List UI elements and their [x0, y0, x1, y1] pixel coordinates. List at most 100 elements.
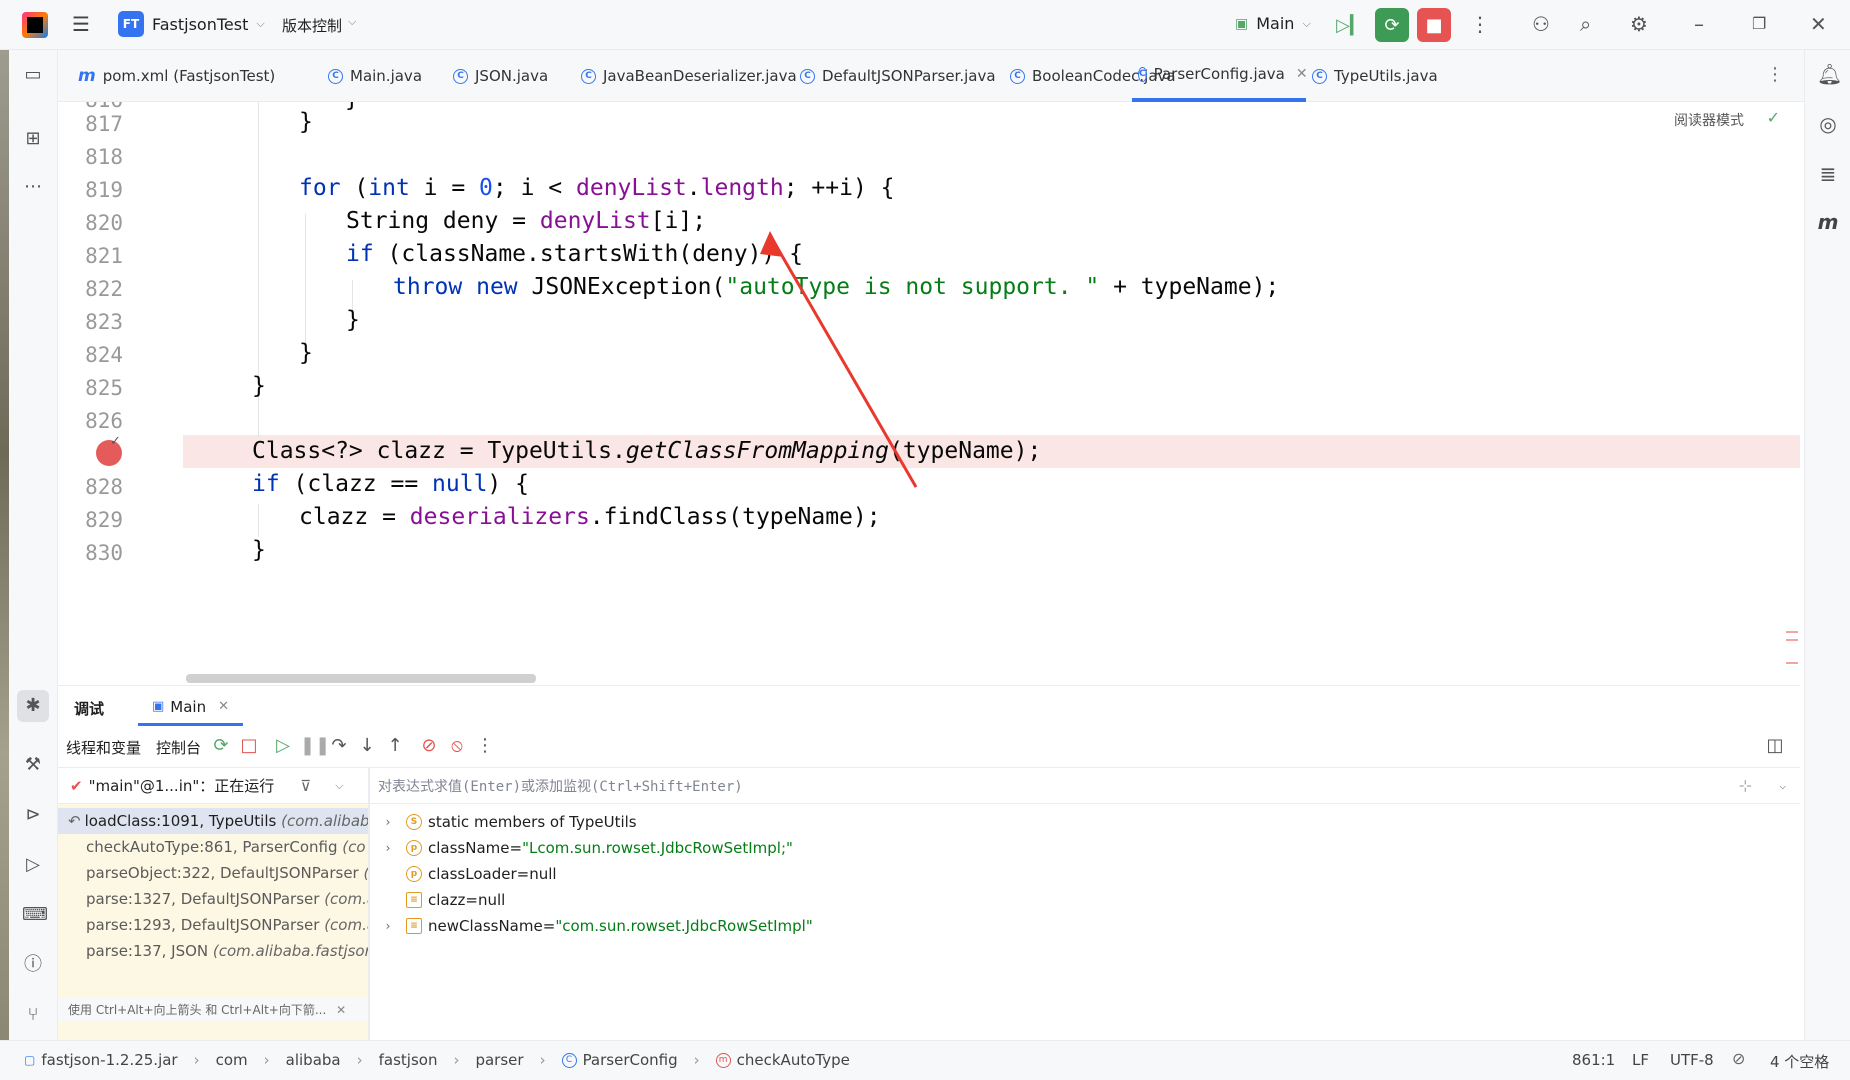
parameter-icon: p — [406, 866, 422, 882]
tab-console[interactable]: 控制台 — [156, 737, 201, 758]
minimize-icon[interactable]: – — [1694, 12, 1704, 36]
stack-frame[interactable]: parseObject:322, DefaultJSONParser ( — [58, 860, 368, 886]
expand-arrow-icon[interactable]: › — [370, 919, 406, 933]
run-icon[interactable]: ▷ — [22, 854, 44, 876]
layout-settings-icon[interactable]: ◫ — [1764, 735, 1786, 756]
evaluate-expression-input[interactable]: 对表达式求值(Enter)或添加监视(Ctrl+Shift+Enter) ⊹ ⌵ — [370, 768, 1800, 804]
terminal-icon[interactable]: ⌨ — [22, 904, 48, 926]
tab-parserconfig-java[interactable]: C ParserConfig.java ✕ — [1132, 50, 1308, 102]
step-over-icon[interactable]: ↷ — [328, 735, 350, 756]
class-icon: C — [328, 68, 343, 84]
stack-frame[interactable]: checkAutoType:861, ParserConfig (co — [58, 834, 368, 860]
close-window-icon[interactable]: ✕ — [1810, 12, 1827, 36]
code-editor[interactable]: 阅读器模式 ✓ 816 817 818 819 820 821 822 823 … — [58, 102, 1800, 685]
mute-breakpoints-icon[interactable]: ⦸ — [446, 735, 468, 756]
main-menu-icon[interactable]: ☰ — [72, 14, 94, 34]
pause-icon[interactable]: ❚❚ — [300, 735, 330, 756]
file-encoding[interactable]: UTF-8 — [1670, 1051, 1714, 1069]
add-watch-icon[interactable]: ⊹ — [1739, 776, 1752, 795]
stack-frame[interactable]: ↶ loadClass:1091, TypeUtils (com.alibab — [58, 808, 368, 834]
breadcrumb-item[interactable]: com — [216, 1051, 248, 1069]
breadcrumb-item[interactable]: parser — [475, 1051, 523, 1069]
variable-row[interactable]: › p className = "Lcom.sun.rowset.JdbcRow… — [370, 835, 793, 861]
expand-arrow-icon[interactable]: › — [370, 841, 406, 855]
structure-icon[interactable]: ⊞ — [22, 128, 44, 150]
restore-icon[interactable]: ❐ — [1752, 14, 1766, 33]
ai-assistant-icon[interactable]: ◎ — [1817, 112, 1839, 136]
class-icon: C — [800, 68, 815, 84]
chevron-down-icon[interactable]: ⌵ — [1779, 779, 1786, 792]
step-into-icon[interactable]: ↓ — [356, 735, 378, 756]
window-edge — [0, 50, 9, 1055]
filter-icon[interactable]: ⊽ — [300, 777, 311, 795]
class-icon: C — [1138, 66, 1147, 82]
app-logo-icon[interactable] — [22, 12, 48, 38]
tab-typeutils-java[interactable]: C TypeUtils.java — [1306, 50, 1444, 102]
breadcrumb-item[interactable]: fastjson — [379, 1051, 438, 1069]
rerun-debug-button[interactable]: ⟳ — [1375, 8, 1409, 42]
horizontal-scrollbar[interactable] — [186, 674, 536, 683]
expand-arrow-icon[interactable]: › — [370, 815, 406, 829]
tab-threads-variables[interactable]: 线程和变量 — [66, 737, 141, 758]
jar-icon: ▢ — [24, 1053, 36, 1067]
problems-icon[interactable]: ⓘ — [22, 954, 44, 976]
tabs-more-icon[interactable]: ⋮ — [1766, 64, 1784, 85]
debug-bug-icon[interactable]: ✱ — [17, 690, 49, 722]
services-icon[interactable]: ⊳ — [22, 804, 44, 826]
stack-frame[interactable]: parse:1293, DefaultJSONParser (com.a — [58, 912, 368, 938]
line-separator[interactable]: LF — [1632, 1051, 1649, 1069]
class-icon: C — [1312, 68, 1327, 84]
more-debug-actions-icon[interactable]: ⋮ — [474, 735, 496, 756]
variable-row[interactable]: p classLoader = null — [370, 861, 557, 887]
tab-label: pom.xml (FastjsonTest) — [102, 67, 276, 85]
close-hint-icon[interactable]: ✕ — [336, 1003, 346, 1017]
tab-json-java[interactable]: C JSON.java — [447, 50, 554, 102]
stack-frame[interactable]: parse:137, JSON (com.alibaba.fastjsor — [58, 938, 368, 964]
build-hammer-icon[interactable]: ⚒ — [22, 754, 44, 776]
thread-selector[interactable]: ✔ "main"@1...in"：正在运行 ⊽ ⌵ — [58, 768, 368, 804]
title-bar: ☰ FT FastjsonTest ⌵ 版本控制 ⌵ ▣ Main ⌵ ▷▎ ⟳… — [0, 0, 1850, 50]
view-breakpoints-icon[interactable]: ⊘ — [418, 735, 440, 756]
breadcrumb-item[interactable]: alibaba — [286, 1051, 341, 1069]
chevron-down-icon[interactable]: ⌵ — [335, 779, 343, 793]
vcs-menu[interactable]: 版本控制 ⌵ — [282, 15, 356, 36]
stop-button[interactable]: ■ — [1417, 8, 1451, 42]
database-icon[interactable]: ≣ — [1817, 162, 1839, 186]
search-icon[interactable]: ⌕ — [1580, 12, 1591, 36]
close-session-icon[interactable]: ✕ — [218, 699, 229, 714]
chevron-down-icon: ⌵ — [348, 15, 357, 28]
project-folder-icon[interactable]: ▭ — [22, 64, 44, 86]
add-user-icon[interactable]: ⚇ — [1532, 12, 1550, 36]
stack-frame[interactable]: parse:1327, DefaultJSONParser (com.a — [58, 886, 368, 912]
notifications-bell-icon[interactable]: 🔔︎ — [1817, 62, 1842, 86]
tab-main-java[interactable]: C Main.java — [322, 50, 428, 102]
annotation-arrow — [760, 231, 918, 488]
variable-row[interactable]: ≡ clazz = null — [370, 887, 505, 913]
breadcrumb-item[interactable]: fastjson-1.2.25.jar — [41, 1051, 177, 1069]
project-selector[interactable]: FT FastjsonTest ⌵ — [118, 11, 265, 37]
variable-row[interactable]: › S static members of TypeUtils — [370, 809, 637, 835]
more-tools-icon[interactable]: ⋯ — [22, 176, 44, 198]
resume-icon[interactable]: ▷▎ — [1333, 8, 1367, 42]
tab-defaultjsonparser-java[interactable]: C DefaultJSONParser.java — [794, 50, 1002, 102]
stop-icon[interactable]: □ — [238, 735, 260, 756]
indent-setting[interactable]: 4 个空格 — [1770, 1051, 1829, 1072]
breadcrumb-item[interactable]: checkAutoType — [737, 1051, 850, 1069]
run-config-selector[interactable]: ▣ Main ⌵ — [1235, 14, 1311, 33]
tab-javabeandeserializer-java[interactable]: C JavaBeanDeserializer.java — [575, 50, 803, 102]
settings-gear-icon[interactable]: ⚙ — [1630, 12, 1648, 36]
step-out-icon[interactable]: ↑ — [384, 735, 406, 756]
debug-panel: 调试 ▣ Main ✕ 线程和变量 控制台 ⟳ □ ▷ ❚❚ ↷ ↓ ↑ ⊘ ⦸… — [58, 685, 1800, 1041]
variable-row[interactable]: › ≡ newClassName = "com.sun.rowset.JdbcR… — [370, 913, 813, 939]
tab-pom-xml[interactable]: m pom.xml (FastjsonTest) — [72, 50, 281, 102]
readonly-icon[interactable]: ⊘ — [1732, 1049, 1745, 1068]
resume-program-icon[interactable]: ▷ — [272, 735, 294, 756]
git-icon[interactable]: ⑂ — [22, 1004, 44, 1026]
debug-session-tab[interactable]: ▣ Main ✕ — [138, 690, 244, 726]
more-actions-icon[interactable]: ⋮ — [1470, 12, 1490, 36]
maven-icon[interactable]: m — [1817, 210, 1839, 234]
breadcrumb-item[interactable]: ParserConfig — [583, 1051, 678, 1069]
cursor-position[interactable]: 861:1 — [1572, 1051, 1615, 1069]
tab-label: Main.java — [350, 67, 423, 85]
rerun-icon[interactable]: ⟳ — [210, 735, 232, 756]
